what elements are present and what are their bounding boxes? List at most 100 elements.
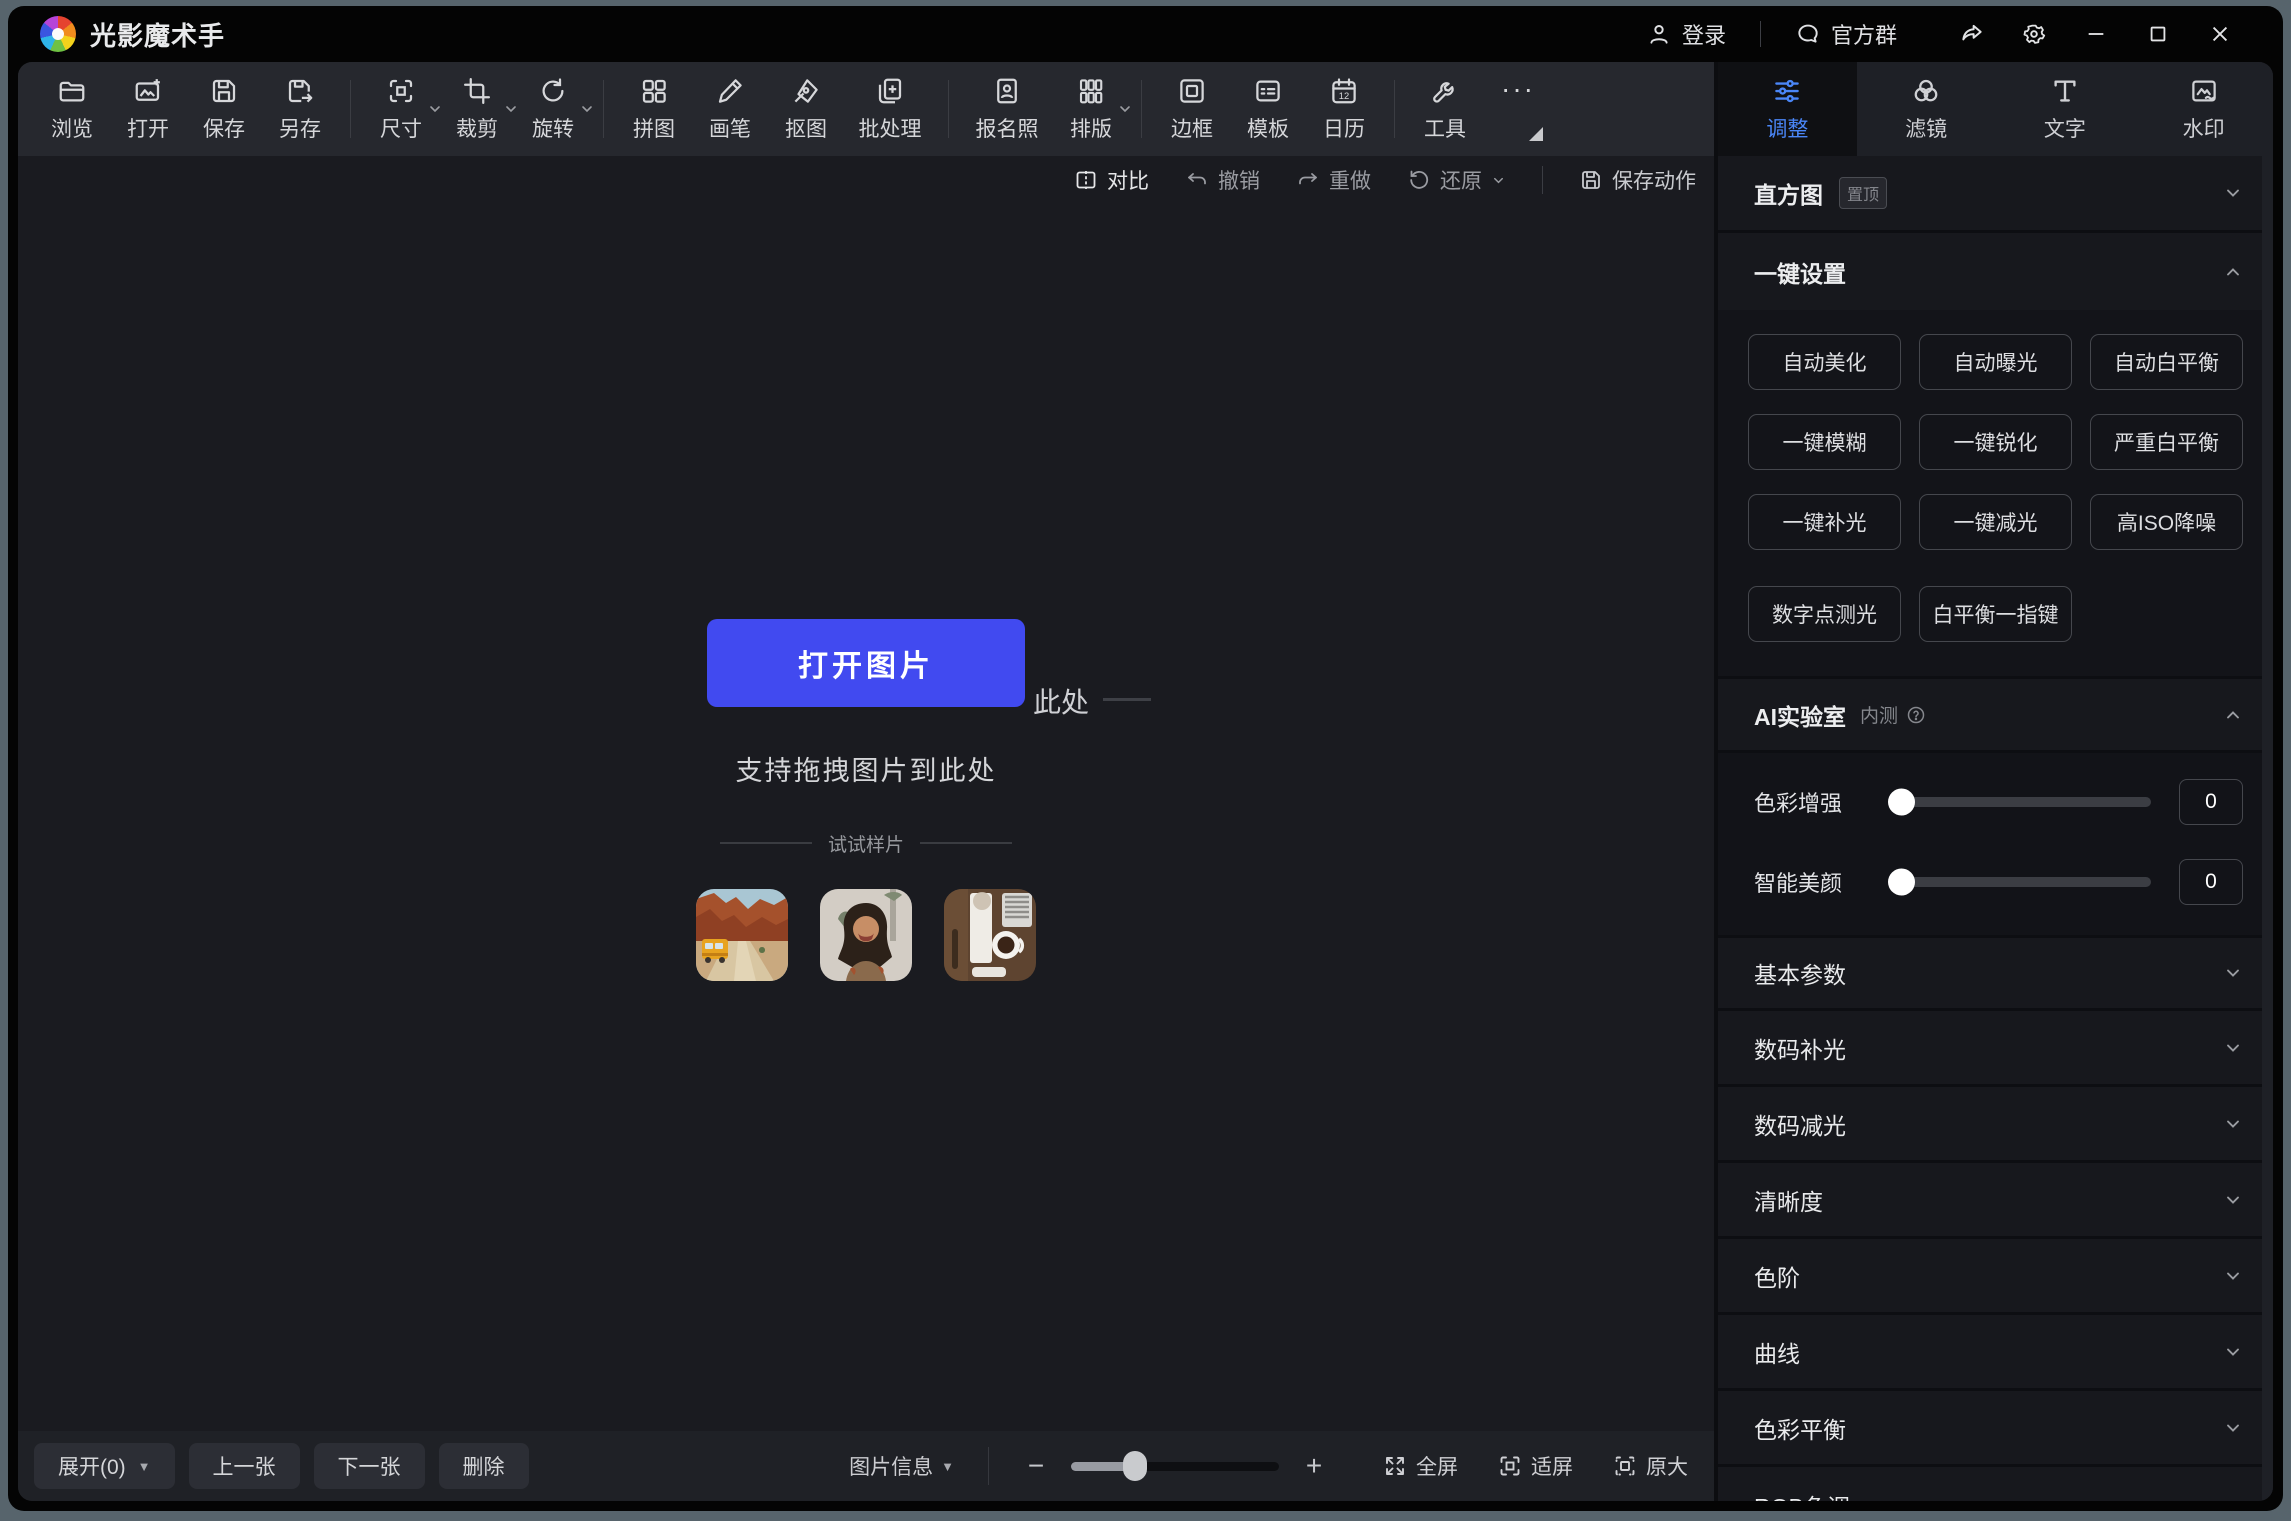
chevron-down-icon[interactable] [2223, 1038, 2243, 1058]
next-image-button[interactable]: 下一张 [314, 1443, 425, 1489]
zoom-slider[interactable] [1071, 1462, 1279, 1471]
redo-button[interactable]: 重做 [1296, 165, 1371, 195]
one-click-section-header[interactable]: 一键设置 [1718, 233, 2273, 310]
auto-white-balance-button[interactable]: 自动白平衡 [2090, 334, 2243, 390]
id-photo-button[interactable]: 报名照 [961, 69, 1053, 149]
sample-image-desk[interactable] [944, 889, 1036, 981]
tab-watermark[interactable]: 水印 [2134, 62, 2273, 156]
open-image-button[interactable]: 打开图片 [707, 619, 1025, 707]
rotate-button[interactable]: 旋转 [515, 69, 591, 149]
original-size-button[interactable]: 原大 [1613, 1451, 1688, 1481]
digital-spot-metering-button[interactable]: 数字点测光 [1748, 586, 1901, 642]
expand-filmstrip-button[interactable]: 展开(0) ▼ [34, 1443, 175, 1489]
open-label: 打开 [127, 113, 169, 143]
one-click-sharpen-button[interactable]: 一键锐化 [1919, 414, 2072, 470]
one-click-blur-button[interactable]: 一键模糊 [1748, 414, 1901, 470]
template-button[interactable]: 模板 [1230, 69, 1306, 149]
chevron-down-icon[interactable] [2223, 963, 2243, 983]
high-iso-denoise-button[interactable]: 高ISO降噪 [2090, 494, 2243, 550]
auto-beautify-button[interactable]: 自动美化 [1748, 334, 1901, 390]
maximize-button[interactable] [2127, 12, 2189, 56]
auto-exposure-button[interactable]: 自动曝光 [1919, 334, 2072, 390]
save-as-button[interactable]: 另存 [262, 69, 338, 149]
resize-button[interactable]: 尺寸 [363, 69, 439, 149]
layout-button[interactable]: 排版 [1053, 69, 1129, 149]
chevron-down-icon[interactable] [1491, 173, 1506, 188]
one-click-fill-light-button[interactable]: 一键补光 [1748, 494, 1901, 550]
collage-button[interactable]: 拼图 [616, 69, 692, 149]
chevron-up-icon[interactable] [2223, 705, 2243, 725]
crop-icon [462, 76, 492, 106]
app-title: 光影魔术手 [90, 16, 225, 53]
caret-down-icon: ▼ [138, 1459, 151, 1474]
section-digital-dim-light[interactable]: 数码减光 [1718, 1087, 2273, 1163]
section-levels[interactable]: 色阶 [1718, 1239, 2273, 1315]
previous-image-button[interactable]: 上一张 [189, 1443, 300, 1489]
chevron-down-icon[interactable] [2223, 1266, 2243, 1286]
share-button[interactable] [1941, 12, 2003, 56]
settings-button[interactable] [2003, 12, 2065, 56]
tab-adjust[interactable]: 调整 [1718, 62, 1857, 156]
undo-button[interactable]: 撤销 [1185, 165, 1260, 195]
sample-image-canyon[interactable] [696, 889, 788, 981]
cutout-button[interactable]: 抠图 [768, 69, 844, 149]
official-group-button[interactable]: 官方群 [1795, 18, 1897, 50]
chevron-down-icon[interactable] [2223, 183, 2243, 203]
section-rgb-tone[interactable]: RGB色调 [1718, 1467, 2273, 1501]
color-enhance-slider[interactable] [1892, 797, 2151, 807]
brush-button[interactable]: 画笔 [692, 69, 768, 149]
chevron-down-icon[interactable] [2223, 1495, 2243, 1501]
delete-image-button[interactable]: 删除 [439, 1443, 529, 1489]
tab-text[interactable]: 文字 [1996, 62, 2135, 156]
restore-button[interactable]: 还原 [1407, 165, 1506, 195]
zoom-in-button[interactable]: + [1301, 1450, 1327, 1482]
zoom-slider-thumb[interactable] [1123, 1451, 1147, 1481]
canvas: 打开图片 此处 支持拖拽图片到此处 试试样片 [18, 204, 1714, 1431]
one-click-dim-light-button[interactable]: 一键减光 [1919, 494, 2072, 550]
batch-button[interactable]: 批处理 [844, 69, 936, 149]
browse-button[interactable]: 浏览 [34, 69, 110, 149]
open-button[interactable]: 打开 [110, 69, 186, 149]
chevron-down-icon[interactable] [1117, 101, 1133, 117]
fit-screen-button[interactable]: 适屏 [1498, 1451, 1573, 1481]
chevron-down-icon[interactable] [2223, 1114, 2243, 1134]
smart-beautify-slider[interactable] [1892, 877, 2151, 887]
zoom-out-button[interactable]: − [1023, 1450, 1049, 1482]
chevron-down-icon[interactable] [2223, 1342, 2243, 1362]
crop-button[interactable]: 裁剪 [439, 69, 515, 149]
login-button[interactable]: 登录 [1646, 18, 1726, 50]
image-info-button[interactable]: 图片信息 ▼ [849, 1451, 954, 1481]
fullscreen-button[interactable]: 全屏 [1383, 1451, 1458, 1481]
chevron-down-icon[interactable] [579, 101, 595, 117]
calendar-button[interactable]: 12 日历 [1306, 69, 1382, 149]
tab-filters[interactable]: 滤镜 [1857, 62, 1996, 156]
slider-thumb[interactable] [1888, 869, 1915, 896]
tools-button[interactable]: 工具 [1407, 69, 1483, 149]
section-digital-fill-light[interactable]: 数码补光 [1718, 1011, 2273, 1087]
histogram-section-header[interactable]: 直方图 置顶 [1718, 156, 2273, 233]
minimize-button[interactable] [2065, 12, 2127, 56]
border-button[interactable]: 边框 [1154, 69, 1230, 149]
chevron-down-icon[interactable] [2223, 1418, 2243, 1438]
slider-thumb[interactable] [1888, 789, 1915, 816]
compare-button[interactable]: 对比 [1074, 165, 1149, 195]
severe-white-balance-button[interactable]: 严重白平衡 [2090, 414, 2243, 470]
color-enhance-value[interactable]: 0 [2179, 779, 2243, 825]
chevron-down-icon[interactable] [2223, 1190, 2243, 1210]
sample-image-portrait[interactable] [820, 889, 912, 981]
smart-beautify-value[interactable]: 0 [2179, 859, 2243, 905]
ai-lab-section-header[interactable]: AI实验室 内测 [1718, 676, 2273, 753]
close-button[interactable] [2189, 12, 2251, 56]
save-action-button[interactable]: 保存动作 [1579, 165, 1696, 195]
section-basic-params[interactable]: 基本参数 [1718, 935, 2273, 1011]
help-icon[interactable] [1906, 705, 1926, 725]
section-clarity[interactable]: 清晰度 [1718, 1163, 2273, 1239]
more-tools-button[interactable]: ··· [1483, 69, 1553, 149]
section-color-balance[interactable]: 色彩平衡 [1718, 1391, 2273, 1467]
white-balance-one-key-button[interactable]: 白平衡一指键 [1919, 586, 2072, 642]
save-button[interactable]: 保存 [186, 69, 262, 149]
panel-scrollbar[interactable] [2262, 156, 2273, 1501]
section-curves[interactable]: 曲线 [1718, 1315, 2273, 1391]
chevron-up-icon[interactable] [2223, 262, 2243, 282]
caret-down-icon: ▼ [941, 1459, 954, 1474]
